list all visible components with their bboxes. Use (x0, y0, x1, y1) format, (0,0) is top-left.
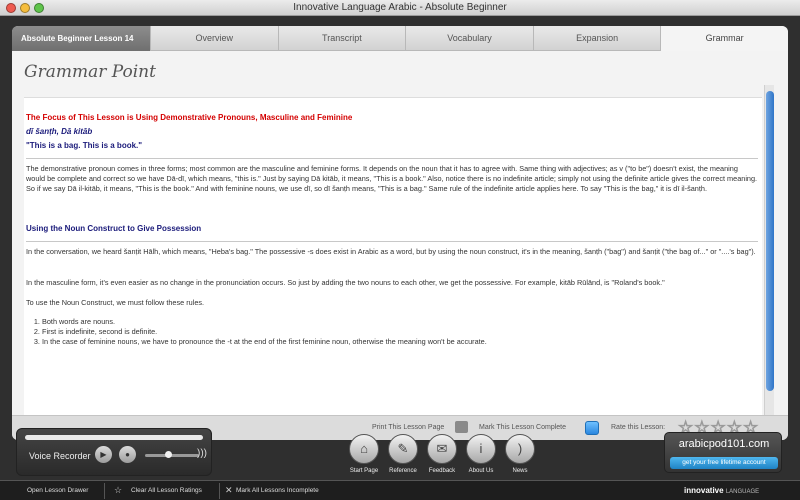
tab-transcript[interactable]: Transcript (277, 26, 406, 51)
lesson-text: The Focus of This Lesson is Using Demons… (24, 97, 762, 415)
free-account-button[interactable]: get your free lifetime account (670, 457, 778, 469)
record-button[interactable]: ● (119, 446, 136, 463)
mark-complete-label: Mark This Lesson Complete (479, 424, 567, 431)
example-quote: "This is a bag. This is a book." (26, 141, 143, 150)
nav-label: News (512, 468, 528, 474)
paragraph: In the masculine form, it's even easier … (26, 278, 665, 287)
logo-text: innovative (684, 486, 724, 495)
transliteration: dī šanṭh, Dā kitāb (26, 127, 93, 136)
start-page-button[interactable]: ⌂ Start Page (344, 434, 384, 474)
voice-recorder: Voice Recorder ▶ ● ))) (16, 428, 212, 476)
mark-incomplete-button[interactable]: Mark All Lessons Incomplete (236, 487, 319, 494)
rules-list: Both words are nouns. First is indefinit… (42, 317, 758, 347)
divider (104, 483, 105, 499)
record-icon: ● (125, 450, 130, 459)
divider (219, 483, 220, 499)
site-name[interactable]: arabicpod101.com (665, 438, 783, 450)
paragraph: In the conversation, we heard šanṭit Hāl… (26, 247, 756, 256)
play-button[interactable]: ▶ (95, 446, 112, 463)
clear-ratings-button[interactable]: Clear All Lesson Ratings (131, 487, 202, 494)
open-lesson-drawer-button[interactable]: Open Lesson Drawer (27, 487, 88, 494)
star-icon: ☆ (114, 485, 123, 495)
tab-vocabulary[interactable]: Vocabulary (405, 26, 533, 51)
focus-heading: The Focus of This Lesson is Using Demons… (26, 113, 353, 122)
scrollbar-thumb[interactable] (766, 91, 774, 391)
x-icon: ✕ (225, 485, 233, 495)
paragraph: The demonstrative pronoun comes in three… (26, 164, 758, 193)
list-item: In the case of feminine nouns, we have t… (42, 337, 758, 347)
home-icon: ⌂ (349, 434, 379, 464)
mark-complete-checkbox[interactable] (585, 421, 599, 435)
volume-slider[interactable] (145, 454, 199, 457)
rss-icon: ) (505, 434, 535, 464)
recorder-label: Voice Recorder (29, 451, 91, 461)
nav-label: About Us (468, 468, 494, 474)
reference-icon: ✎ (388, 434, 418, 464)
nav-label: Feedback (428, 468, 456, 474)
reference-button[interactable]: ✎ Reference (383, 434, 423, 474)
tab-bar: Absolute Beginner Lesson 14 Overview Tra… (12, 26, 788, 51)
maximize-window-button[interactable] (34, 3, 44, 13)
grammar-content: Grammar Point The Focus of This Lesson i… (12, 51, 788, 415)
tab-grammar[interactable]: Grammar (660, 26, 788, 51)
lesson-label: Absolute Beginner Lesson 14 (12, 26, 150, 51)
scrollbar[interactable] (764, 85, 774, 415)
tab-expansion[interactable]: Expansion (532, 26, 661, 51)
innovative-logo: innovative LANGUAGE (684, 486, 759, 495)
list-item: Both words are nouns. (42, 317, 758, 327)
page-title: Grammar Point (24, 62, 156, 82)
title-bar: Innovative Language Arabic - Absolute Be… (0, 0, 800, 16)
volume-slider-knob[interactable] (165, 451, 172, 458)
footer-bar: Open Lesson Drawer ☆ Clear All Lesson Ra… (0, 480, 800, 500)
news-button[interactable]: ) News (500, 434, 540, 474)
minimize-window-button[interactable] (20, 3, 30, 13)
divider (26, 241, 758, 242)
section-heading: Using the Noun Construct to Give Possess… (26, 224, 202, 233)
play-icon: ▶ (100, 450, 107, 459)
window-title: Innovative Language Arabic - Absolute Be… (293, 2, 507, 13)
logo-subtext: LANGUAGE (725, 489, 760, 495)
list-item: First is indefinite, second is definite. (42, 327, 758, 337)
divider (26, 158, 758, 159)
feedback-button[interactable]: ✉ Feedback (422, 434, 462, 474)
paragraph: To use the Noun Construct, we must follo… (26, 298, 205, 307)
info-icon: i (466, 434, 496, 464)
nav-label: Start Page (349, 468, 379, 474)
app-window: Absolute Beginner Lesson 14 Overview Tra… (0, 16, 800, 500)
close-window-button[interactable] (6, 3, 16, 13)
brand-box: arabicpod101.com get your free lifetime … (664, 432, 782, 473)
tab-overview[interactable]: Overview (150, 26, 278, 51)
recording-progress-bar (25, 435, 203, 440)
about-us-button[interactable]: i About Us (461, 434, 501, 474)
nav-label: Reference (389, 468, 417, 474)
feedback-icon: ✉ (427, 434, 457, 464)
rate-lesson-label: Rate this Lesson: (611, 424, 666, 431)
lesson-panel: Absolute Beginner Lesson 14 Overview Tra… (12, 26, 788, 440)
print-lesson-link[interactable]: Print This Lesson Page (372, 424, 444, 431)
speaker-icon: ))) (197, 448, 207, 459)
printer-icon[interactable] (455, 421, 468, 433)
